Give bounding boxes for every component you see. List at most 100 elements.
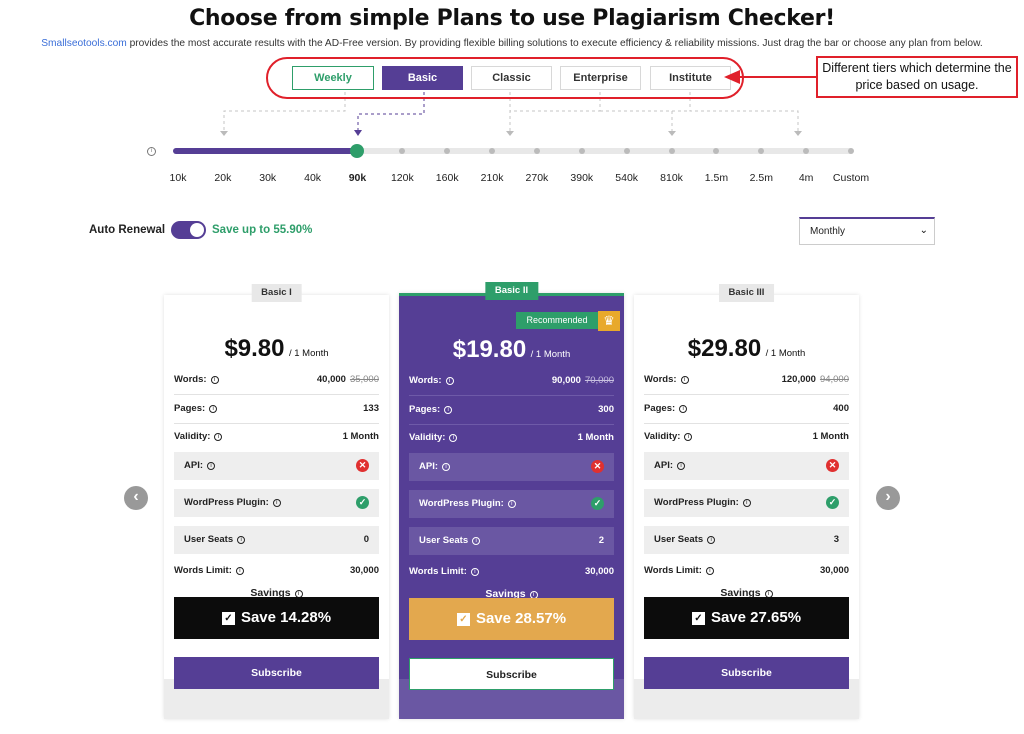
price-amount: $19.80 — [452, 336, 527, 363]
annotation-arrow-icon — [724, 70, 740, 84]
slider-step-label[interactable]: 810k — [647, 172, 697, 184]
feature-row: WordPress Plugin: i ✓ — [644, 489, 849, 517]
feature-value: 1 Month — [343, 431, 379, 442]
feature-value: 1 Month — [578, 432, 614, 443]
plan-price: $29.80 / 1 Month — [634, 335, 859, 363]
tab-basic[interactable]: Basic — [382, 66, 463, 90]
plan-name-badge: Basic I — [251, 284, 302, 302]
plan-name-badge: Basic III — [718, 284, 775, 302]
feature-value-text: 1 Month — [342, 431, 379, 442]
slider-step-label[interactable]: 390k — [557, 172, 607, 184]
plan-card-basic-iii: Basic III $29.80 / 1 Month Words: i 120,000 9… — [634, 284, 859, 719]
slider-step-label[interactable]: Custom — [826, 172, 876, 184]
auto-renewal-toggle[interactable] — [171, 221, 206, 239]
tab-classic[interactable]: Classic — [471, 66, 552, 90]
subscribe-button[interactable]: Subscribe — [174, 657, 379, 689]
feature-value: 300 — [598, 404, 614, 415]
info-icon[interactable]: i — [237, 536, 246, 544]
slider-step-label[interactable]: 2.5m — [736, 172, 786, 184]
info-icon[interactable]: i — [680, 376, 689, 384]
info-icon[interactable]: i — [235, 567, 244, 575]
info-icon[interactable]: i — [470, 568, 479, 576]
slider-step-dot[interactable] — [623, 148, 630, 154]
slider-step-dot[interactable] — [848, 148, 854, 154]
feature-label-text: Words: — [644, 374, 677, 385]
feature-label-text: Validity: — [644, 431, 681, 442]
info-icon[interactable]: i — [449, 434, 458, 442]
info-icon[interactable]: i — [679, 405, 688, 413]
savings-box: ✓ Save 28.57% — [409, 598, 614, 640]
chevron-right-icon[interactable]: › — [876, 486, 900, 510]
feature-label-text: Words: — [409, 375, 442, 386]
info-icon[interactable]: i — [507, 500, 516, 508]
feature-row: Pages: i 400 — [644, 395, 849, 423]
feature-label-text: Words Limit: — [409, 566, 467, 577]
slider-step-label[interactable]: 90k — [332, 172, 382, 184]
slider-step-label[interactable]: 120k — [377, 172, 427, 184]
info-icon[interactable]: i — [677, 462, 685, 470]
slider-step-label[interactable]: 270k — [512, 172, 562, 184]
info-icon[interactable]: i — [147, 147, 156, 156]
slider-step-label[interactable]: 540k — [602, 172, 652, 184]
slider-step-label[interactable]: 10k — [153, 172, 203, 184]
feature-label: User Seats i — [419, 535, 481, 546]
info-icon[interactable]: i — [444, 406, 453, 414]
feature-row: Pages: i 300 — [409, 396, 614, 424]
slider-step-label[interactable]: 40k — [288, 172, 338, 184]
slider-step-label[interactable]: 20k — [198, 172, 248, 184]
price-amount: $9.80 — [224, 335, 285, 362]
feature-label: User Seats i — [184, 534, 246, 545]
slider-step-label[interactable]: 4m — [781, 172, 831, 184]
subscribe-button[interactable]: Subscribe — [409, 658, 614, 690]
info-icon[interactable]: i — [445, 377, 454, 385]
checkbox-icon: ✓ — [221, 612, 235, 625]
info-icon[interactable]: i — [207, 462, 215, 470]
feature-label-text: Pages: — [409, 404, 441, 415]
info-icon[interactable]: i — [272, 499, 281, 507]
slider-step-label[interactable]: 30k — [243, 172, 293, 184]
feature-label: WordPress Plugin: i — [654, 497, 751, 508]
plan-card-basic-ii: Basic II Recommended ♛ $19.80 / 1 Month Word… — [399, 282, 624, 719]
info-icon[interactable]: i — [742, 499, 751, 507]
feature-value: 1 Month — [813, 431, 849, 442]
feature-label-text: Validity: — [409, 432, 446, 443]
pricing-page: Choose from simple Plans to use Plagiari… — [0, 0, 1024, 734]
slider-step-label[interactable]: 1.5m — [691, 172, 741, 184]
info-icon[interactable]: i — [214, 433, 223, 441]
feature-label-text: Words Limit: — [174, 565, 232, 576]
info-icon[interactable]: i — [210, 376, 219, 384]
tab-weekly[interactable]: Weekly — [292, 66, 374, 90]
annotation-arrow-line — [738, 76, 816, 78]
feature-value: 30,000 — [820, 565, 849, 576]
info-icon[interactable]: i — [209, 405, 218, 413]
plan-card-basic-i: Basic I $9.80 / 1 Month Words: i 40,000 35,00… — [164, 284, 389, 719]
tier-guide-lines — [220, 92, 802, 136]
feature-row: Pages: i 133 — [174, 395, 379, 423]
slider-step-label[interactable]: 210k — [467, 172, 517, 184]
feature-row: User Seats i 0 — [174, 526, 379, 554]
info-icon[interactable]: i — [472, 537, 481, 545]
recommended-badge: Recommended — [516, 312, 598, 329]
billing-period-select[interactable]: Monthly ⌄ — [799, 217, 935, 245]
feature-row: Words Limit: i 30,000 — [409, 558, 614, 586]
feature-label: API: i — [654, 460, 685, 471]
feature-label: Words Limit: i — [174, 565, 244, 576]
feature-value: 40,000 35,000 — [317, 374, 379, 385]
tab-enterprise[interactable]: Enterprise — [560, 66, 641, 90]
feature-label-text: User Seats — [654, 534, 704, 545]
info-icon[interactable]: i — [442, 463, 450, 471]
slider-step-label[interactable]: 160k — [422, 172, 472, 184]
info-icon[interactable]: i — [707, 536, 716, 544]
slider-step-dot[interactable] — [578, 148, 585, 154]
checkbox-icon: ✓ — [691, 612, 705, 625]
tab-institute[interactable]: Institute — [650, 66, 731, 90]
info-icon[interactable]: i — [705, 567, 714, 575]
slider-step-dot[interactable] — [668, 148, 675, 154]
info-icon[interactable]: i — [684, 433, 693, 441]
feature-value-text: 1 Month — [812, 431, 849, 442]
feature-value: 400 — [833, 403, 849, 414]
slider-step-dot[interactable] — [533, 148, 540, 154]
chevron-left-icon[interactable]: ‹ — [124, 486, 148, 510]
feature-label: Validity: i — [174, 431, 223, 442]
subscribe-button[interactable]: Subscribe — [644, 657, 849, 689]
